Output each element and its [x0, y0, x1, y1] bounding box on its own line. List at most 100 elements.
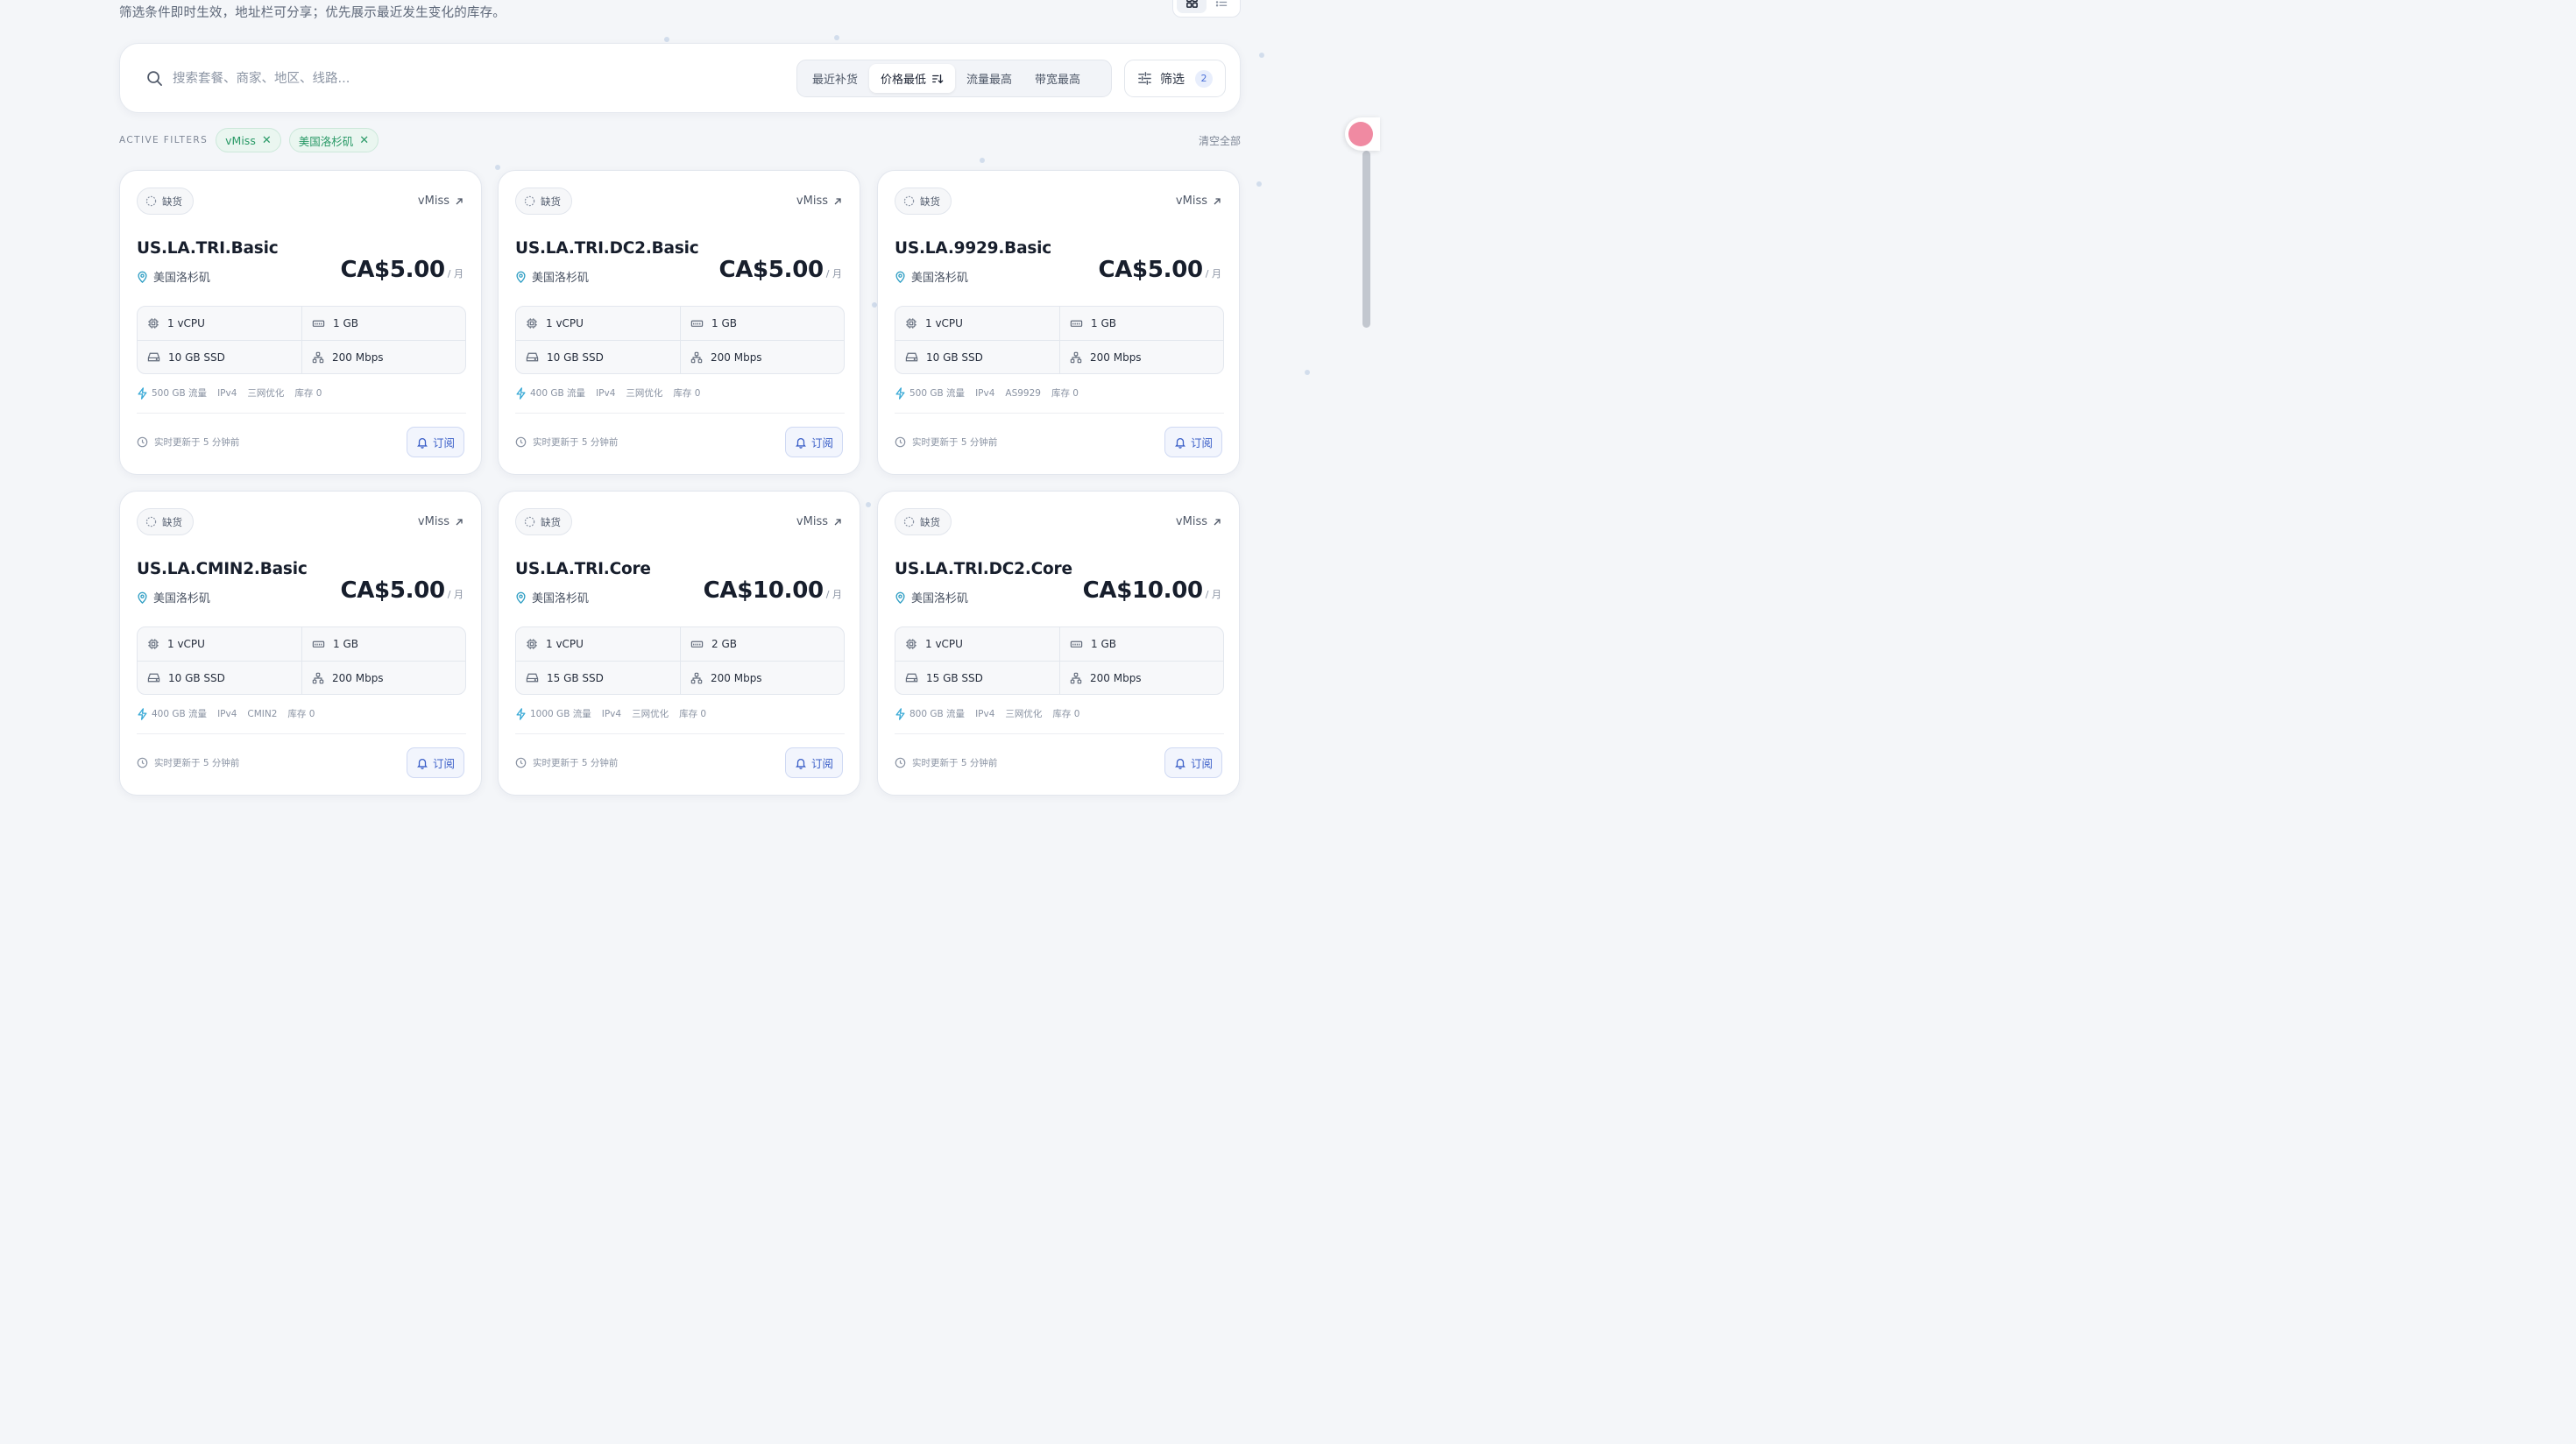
bell-icon [417, 758, 428, 769]
bell-icon [1175, 437, 1185, 449]
background-dot [1259, 53, 1264, 58]
plan-name[interactable]: US.LA.TRI.DC2.Basic [515, 239, 699, 258]
subscribe-button[interactable]: 订阅 [1164, 747, 1222, 778]
merchant-link[interactable]: vMiss [1176, 195, 1221, 208]
spec-ram-value: 1 GB [711, 317, 737, 329]
tag-traffic: 400 GB 流量 [530, 388, 586, 399]
external-link-icon [834, 197, 841, 204]
spec-cpu: 1 vCPU [516, 627, 680, 661]
subscribe-button[interactable]: 订阅 [785, 427, 843, 457]
subscribe-button[interactable]: 订阅 [407, 747, 464, 778]
background-dot [834, 35, 839, 40]
filter-chip-location[interactable]: 美国洛杉矶 ✕ [288, 128, 379, 152]
spec-bandwidth-value: 200 Mbps [1090, 350, 1142, 364]
status-badge: 缺货 [515, 508, 572, 535]
external-link-icon [1214, 518, 1221, 525]
subscribe-button[interactable]: 订阅 [407, 427, 464, 457]
merchant-link[interactable]: vMiss [418, 195, 464, 208]
spec-disk: 10 GB SSD [138, 340, 301, 373]
sort-price-lowest[interactable]: 价格最低 [869, 64, 956, 93]
search-input[interactable] [173, 65, 698, 93]
plan-name[interactable]: US.LA.TRI.DC2.Core [895, 560, 1072, 578]
clock-icon [895, 436, 906, 448]
sort-bandwidth-highest[interactable]: 带宽最高 [1023, 64, 1092, 93]
bell-icon [417, 437, 428, 449]
price: CA$5.00 / 月 [340, 257, 464, 283]
spec-grid: 1 vCPU 1 GB 15 GB SSD 200 Mbps [895, 626, 1224, 695]
clock-icon [895, 757, 906, 768]
sort-recent-restock[interactable]: 最近补货 [801, 64, 869, 93]
scrollbar[interactable] [1362, 151, 1370, 328]
filter-count-badge: 2 [1195, 69, 1213, 88]
sort-traffic-highest[interactable]: 流量最高 [955, 64, 1023, 93]
cpu-icon [527, 639, 537, 649]
tag-route: 三网优化 [632, 709, 669, 719]
status-badge-label: 缺货 [920, 195, 940, 208]
hard-drive-icon [905, 673, 918, 683]
tag-route: 三网优化 [247, 388, 285, 399]
cpu-icon [906, 318, 916, 329]
widget-icon [1348, 122, 1373, 146]
divider [895, 413, 1224, 414]
filter-button[interactable]: 筛选 2 [1124, 60, 1226, 97]
subscribe-button[interactable]: 订阅 [1164, 427, 1222, 457]
merchant-link[interactable]: vMiss [418, 515, 464, 528]
tag-stock: 库存 0 [679, 709, 707, 719]
tag-stock: 库存 0 [287, 709, 315, 719]
merchant-link[interactable]: vMiss [1176, 515, 1221, 528]
spec-bandwidth-value: 200 Mbps [1090, 671, 1142, 684]
grid-view-button[interactable] [1177, 0, 1207, 13]
updated-time: 实时更新于 5 分钟前 [515, 756, 618, 769]
merchant-link[interactable]: vMiss [796, 515, 842, 528]
spec-ram-value: 1 GB [333, 317, 358, 329]
map-pin-icon [138, 271, 147, 283]
spec-bandwidth: 200 Mbps [680, 661, 844, 694]
spec-disk-value: 10 GB SSD [168, 350, 225, 364]
price-amount: CA$5.00 [718, 257, 824, 283]
plan-name[interactable]: US.LA.9929.Basic [895, 239, 1051, 258]
clock-icon [515, 436, 527, 448]
plan-name[interactable]: US.LA.TRI.Basic [137, 239, 279, 258]
close-icon[interactable]: ✕ [262, 134, 272, 147]
updated-time-label: 实时更新于 5 分钟前 [533, 758, 619, 768]
spec-disk-value: 10 GB SSD [926, 350, 983, 364]
floating-widget-button[interactable] [1345, 117, 1380, 151]
background-dot [980, 158, 985, 163]
updated-time: 实时更新于 5 分钟前 [137, 756, 239, 769]
spec-cpu-value: 1 vCPU [546, 638, 584, 650]
plan-name[interactable]: US.LA.TRI.Core [515, 560, 651, 578]
status-badge: 缺货 [895, 188, 952, 215]
clear-all-link[interactable]: 清空全部 [1199, 133, 1241, 148]
tag-row: 400 GB 流量 IPv4 CMIN2 库存 0 [137, 707, 325, 720]
price-unit: / 月 [825, 268, 842, 280]
close-icon[interactable]: ✕ [359, 134, 369, 147]
spec-bandwidth-value: 200 Mbps [332, 350, 384, 364]
spec-bandwidth: 200 Mbps [1059, 661, 1223, 694]
active-filters-label: ACTIVE FILTERS [119, 135, 209, 145]
clock-icon [137, 757, 148, 768]
filter-button-label: 筛选 [1160, 72, 1185, 87]
tag-ip: IPv4 [601, 708, 622, 719]
subscribe-button[interactable]: 订阅 [785, 747, 843, 778]
spec-grid: 1 vCPU 1 GB 10 GB SSD 200 Mbps [895, 306, 1224, 374]
list-view-button[interactable] [1207, 0, 1236, 13]
price-amount: CA$10.00 [1082, 577, 1203, 604]
spec-bandwidth-value: 200 Mbps [711, 671, 762, 684]
location: 美国洛杉矶 [895, 268, 968, 285]
network-icon [1070, 672, 1082, 683]
lightning-icon [895, 707, 905, 720]
tag-row: 500 GB 流量 IPv4 AS9929 库存 0 [895, 386, 1089, 400]
spec-bandwidth-value: 200 Mbps [332, 671, 384, 684]
background-dot [866, 502, 871, 507]
spec-disk: 10 GB SSD [516, 340, 680, 373]
subscribe-label: 订阅 [1190, 757, 1213, 770]
product-card: 缺货 vMiss US.LA.9929.Basic 美国洛杉矶 CA$5.00 … [877, 170, 1240, 475]
plan-name[interactable]: US.LA.CMIN2.Basic [137, 560, 308, 578]
tag-traffic: 800 GB 流量 [909, 709, 966, 719]
spec-ram-value: 1 GB [333, 638, 358, 650]
spec-cpu-value: 1 vCPU [546, 317, 584, 329]
lightning-icon [516, 386, 526, 400]
merchant-link[interactable]: vMiss [796, 195, 842, 208]
filter-chip-merchant[interactable]: vMiss ✕ [216, 128, 281, 152]
spec-grid: 1 vCPU 1 GB 10 GB SSD 200 Mbps [137, 626, 466, 695]
